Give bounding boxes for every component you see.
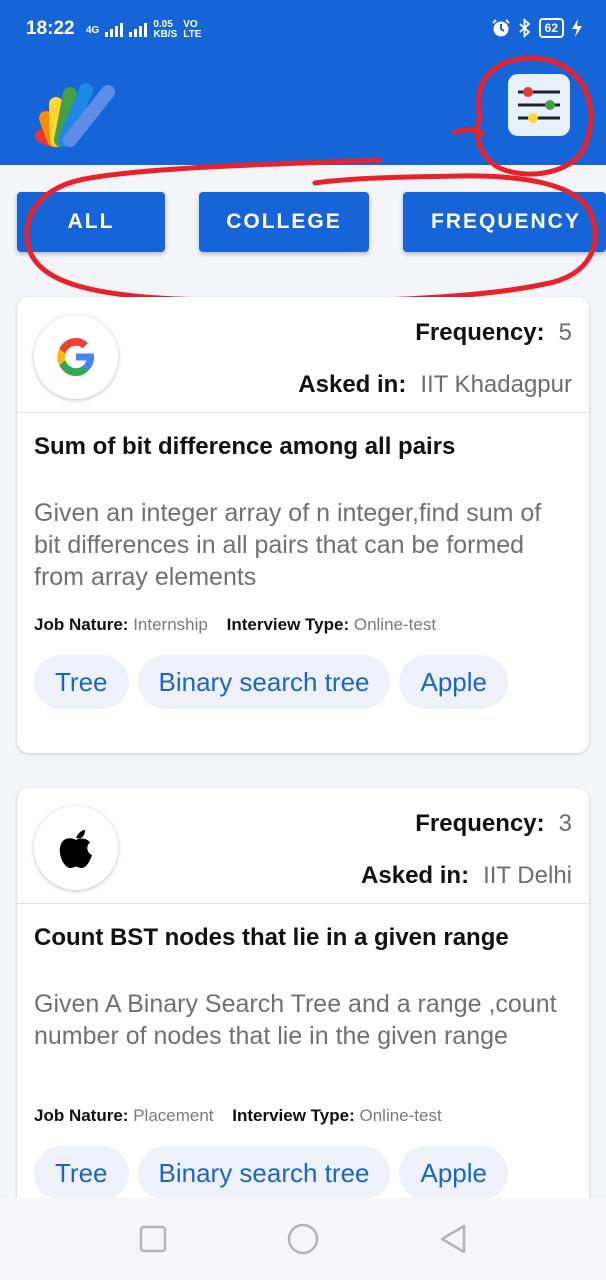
filter-frequency-button[interactable]: FREQUENCY: [403, 192, 606, 252]
question-description: Given A Binary Search Tree and a range ,…: [34, 990, 557, 1050]
frequency-value: 5: [558, 319, 572, 346]
volte-bottom: LTE: [183, 29, 202, 40]
volte-indicator: VO LTE: [183, 20, 201, 40]
meta-row: Job Nature: Internship Interview Type: O…: [34, 615, 450, 635]
card-header: Frequency: 3 Asked in: IIT Delhi: [17, 788, 589, 904]
interview-type-label: Interview Type:: [226, 615, 350, 634]
question-title: Count BST nodes that lie in a given rang…: [34, 924, 509, 951]
apple-icon: [59, 830, 92, 868]
meta-row: Job Nature: Placement Interview Type: On…: [34, 1106, 456, 1126]
card-header: Frequency: 5 Asked in: IIT Khadagpur: [17, 297, 589, 413]
filter-all-button[interactable]: ALL: [17, 192, 165, 252]
interview-type-value: Online-test: [353, 615, 437, 634]
job-nature-label: Job Nature:: [34, 1106, 129, 1125]
interview-type-value: Online-test: [359, 1106, 442, 1125]
question-title: Sum of bit difference among all pairs: [34, 433, 456, 460]
job-nature-value: Placement: [133, 1106, 214, 1125]
sliders-icon: [518, 87, 560, 123]
network-4g-label: 4G: [86, 24, 100, 36]
frequency-label: Frequency:: [415, 319, 545, 346]
tag-chip[interactable]: Tree: [34, 655, 129, 709]
job-nature-label: Job Nature:: [34, 615, 129, 634]
asked-in-label: Asked in:: [361, 862, 470, 889]
asked-in-value: IIT Khadagpur: [420, 371, 572, 398]
frequency-row: Frequency: 3: [415, 810, 572, 838]
asked-in-value: IIT Delhi: [483, 862, 572, 889]
system-nav-bar: [0, 1198, 606, 1280]
company-logo: [34, 315, 118, 399]
frequency-value: 3: [558, 810, 572, 837]
bluetooth-icon: [519, 18, 530, 38]
tag-chip[interactable]: Binary search tree: [137, 655, 391, 709]
recents-square-icon[interactable]: [136, 1222, 170, 1256]
filter-college-button[interactable]: COLLEGE: [199, 192, 369, 252]
peacock-fan-logo: [35, 83, 115, 147]
tag-list: Tree Binary search tree Apple: [34, 1146, 508, 1200]
app-bar: [0, 60, 606, 165]
filter-tabs: ALL COLLEGE FREQUENCY: [0, 192, 606, 252]
speed-unit: KB/S: [153, 29, 178, 40]
question-card[interactable]: Frequency: 5 Asked in: IIT Khadagpur Sum o…: [17, 297, 589, 753]
google-icon: [57, 338, 94, 376]
tag-chip[interactable]: Apple: [399, 1146, 508, 1200]
charging-icon: [572, 19, 582, 37]
question-description: Given an integer array of n integer,find…: [34, 499, 542, 591]
asked-in-row: Asked in: IIT Delhi: [361, 862, 572, 890]
network-indicators: 4G 0.05 KB/S VO LTE: [86, 20, 201, 40]
asked-in-row: Asked in: IIT Khadagpur: [298, 371, 572, 399]
signal-icon: [105, 23, 124, 37]
interview-type-label: Interview Type:: [232, 1106, 355, 1125]
filter-button[interactable]: [508, 74, 570, 136]
status-right: 62: [491, 18, 582, 38]
company-logo: [34, 806, 118, 890]
alarm-icon: [491, 19, 510, 37]
asked-in-label: Asked in:: [298, 371, 407, 398]
tag-list: Tree Binary search tree Apple: [34, 655, 508, 709]
frequency-row: Frequency: 5: [415, 319, 572, 347]
frequency-label: Frequency:: [415, 810, 545, 837]
back-triangle-icon[interactable]: [436, 1222, 470, 1256]
job-nature-value: Internship: [133, 615, 208, 634]
tag-chip[interactable]: Tree: [34, 1146, 129, 1200]
network-speed: 0.05 KB/S: [153, 20, 177, 40]
signal-icon-2: [129, 23, 148, 37]
battery-icon: 62: [538, 18, 564, 38]
status-bar: 18:22 4G 0.05 KB/S VO LTE 62: [0, 0, 606, 60]
question-card[interactable]: Frequency: 3 Asked in: IIT Delhi Count BST…: [17, 788, 589, 1228]
home-circle-icon[interactable]: [286, 1222, 320, 1256]
tag-chip[interactable]: Binary search tree: [137, 1146, 391, 1200]
tag-chip[interactable]: Apple: [399, 655, 508, 709]
status-time: 18:22: [26, 18, 75, 39]
